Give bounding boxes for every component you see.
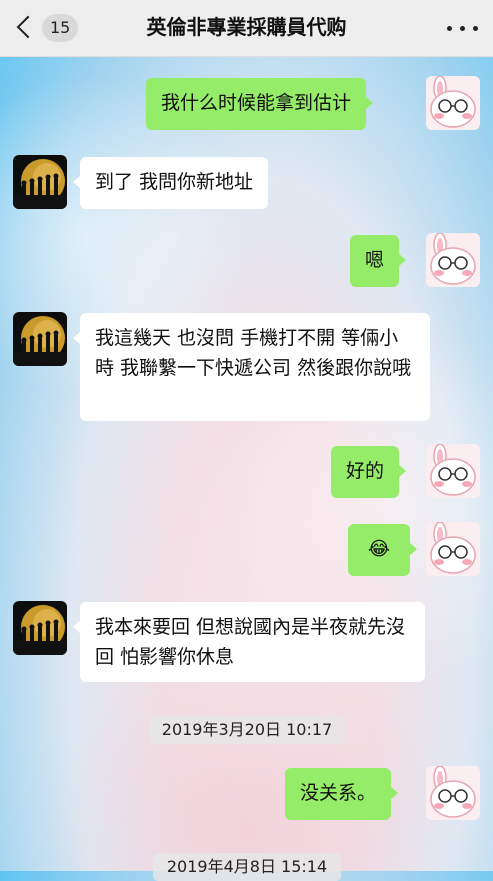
message-bubble-sent[interactable]: 嗯	[350, 235, 407, 287]
evolution-silhouette-avatar-icon	[13, 312, 67, 366]
contact-avatar[interactable]	[13, 312, 67, 366]
more-options-button[interactable]	[445, 16, 481, 40]
my-avatar[interactable]	[426, 444, 480, 498]
pink-bunny-avatar-icon	[426, 766, 480, 820]
chat-header: 15 英倫非專業採購員代购	[0, 0, 493, 57]
my-avatar[interactable]	[426, 766, 480, 820]
contact-avatar[interactable]	[13, 601, 67, 655]
my-avatar[interactable]	[426, 233, 480, 287]
more-dot	[473, 26, 478, 31]
back-button[interactable]: 15	[12, 11, 82, 45]
more-dots-icon	[447, 26, 452, 31]
message-bubble-received[interactable]: 我這幾天 也沒問 手機打不開 等倆小時 我聯繫一下快遞公司 然後跟你說哦	[73, 313, 430, 421]
message-bubble-sent[interactable]: 好的	[331, 446, 407, 498]
chevron-left-icon	[16, 15, 40, 39]
evolution-silhouette-avatar-icon	[13, 601, 67, 655]
evolution-silhouette-avatar-icon	[13, 155, 67, 209]
pink-bunny-avatar-icon	[426, 76, 480, 130]
message-bubble-received[interactable]: 我本來要回 但想說國內是半夜就先沒回 怕影響你休息	[73, 602, 425, 682]
more-dot	[460, 26, 465, 31]
my-avatar[interactable]	[426, 76, 480, 130]
message-bubble-sent[interactable]: 没关系。	[285, 768, 399, 820]
message-bubble-received[interactable]: 到了 我問你新地址	[72, 157, 269, 209]
pink-bunny-avatar-icon	[426, 444, 480, 498]
pink-bunny-avatar-icon	[426, 522, 480, 576]
timestamp: 2019年4月8日 15:14	[153, 853, 341, 881]
my-avatar[interactable]	[426, 522, 480, 576]
message-bubble-sent[interactable]: 😂	[348, 524, 417, 576]
timestamp: 2019年3月20日 10:17	[149, 716, 345, 744]
message-bubble-sent[interactable]: 我什么时候能拿到估计	[146, 78, 374, 130]
unread-count-badge: 15	[42, 14, 79, 42]
pink-bunny-avatar-icon	[426, 233, 480, 287]
contact-avatar[interactable]	[13, 155, 67, 209]
chat-title: 英倫非專業採購員代购	[146, 15, 347, 39]
